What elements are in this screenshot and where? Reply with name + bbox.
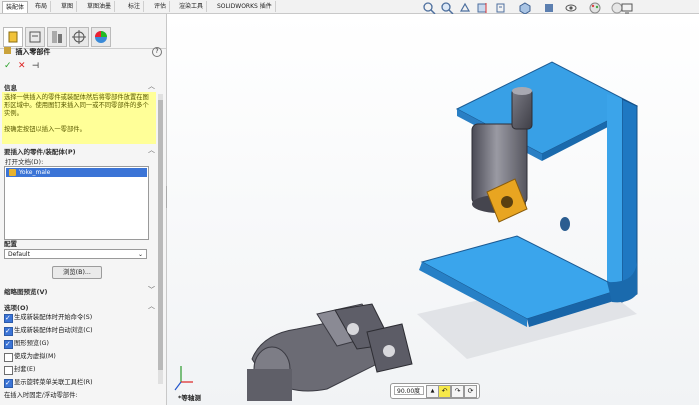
- checkbox-checked[interactable]: [4, 339, 13, 349]
- zoom-to-fit-icon[interactable]: [422, 1, 436, 15]
- configuration-select[interactable]: Default ⌄: [4, 249, 147, 259]
- collapse-icon[interactable]: ︿: [148, 81, 155, 91]
- checkbox-unchecked[interactable]: [4, 366, 13, 375]
- tab-solidworks-addins[interactable]: SOLIDWORKS 插件: [214, 1, 276, 12]
- checkbox-checked[interactable]: [4, 313, 13, 323]
- tab-sketch-ink[interactable]: 草图油墨: [84, 1, 116, 12]
- page-title: 插入零部件: [4, 47, 50, 57]
- view-orientation-label: *等轴测: [178, 394, 201, 402]
- graphics-area[interactable]: 90.00度 ▲ ↶ ↷ ⟳: [167, 14, 699, 405]
- message-section-header[interactable]: 信息: [4, 82, 17, 92]
- scrollbar[interactable]: [158, 94, 163, 384]
- panel-tabs: [0, 26, 166, 49]
- expand-icon[interactable]: ﹀: [148, 285, 155, 295]
- tab-display-manager[interactable]: [91, 27, 111, 47]
- property-manager: 插入零部件 ? ✓ ✕ ⊣ 信息 ︿ 选择一供插入的零件或装配体然后将零部件放置…: [0, 14, 167, 405]
- options-section-header[interactable]: 选项(O): [4, 302, 28, 312]
- tab-assembly[interactable]: 装配体: [2, 1, 29, 13]
- scrollbar-thumb[interactable]: [158, 100, 163, 370]
- tab-render-tools[interactable]: 渲染工具: [176, 1, 208, 12]
- help-icon[interactable]: ?: [152, 47, 162, 57]
- collapse-icon[interactable]: ︿: [148, 145, 155, 155]
- view-settings-icon[interactable]: [620, 1, 634, 15]
- previous-view-icon[interactable]: [458, 1, 472, 15]
- dynamic-annotation-icon[interactable]: [494, 1, 508, 15]
- rotate-y-button[interactable]: ↷: [451, 385, 464, 398]
- checkbox-checked[interactable]: [4, 378, 13, 388]
- tab-layout[interactable]: 布局: [32, 1, 52, 12]
- tab-sketch[interactable]: 草图: [58, 1, 78, 12]
- open-documents-list[interactable]: Yoke_male: [4, 166, 149, 240]
- property-icon: [29, 31, 41, 43]
- part-icon: [9, 169, 16, 176]
- collapse-icon[interactable]: ︿: [148, 301, 155, 311]
- model-viewport[interactable]: [167, 14, 699, 405]
- tab-evaluate[interactable]: 评估: [151, 1, 171, 12]
- ok-button[interactable]: ✓: [4, 61, 12, 71]
- crosshair-icon: [72, 30, 86, 44]
- rotate-z-button[interactable]: ⟳: [464, 385, 477, 398]
- tab-dimxpert[interactable]: [69, 27, 89, 47]
- configuration-icon: [52, 31, 62, 43]
- message-box: 选择一供插入的零件或装配体然后将零部件放置在图形区域中。使用图钉来插入同一或不同…: [2, 92, 156, 144]
- tab-property-manager[interactable]: [25, 27, 45, 47]
- rotate-x-button[interactable]: ↶: [438, 385, 451, 398]
- checkbox-unchecked[interactable]: [4, 353, 13, 362]
- section-view-icon[interactable]: [476, 1, 490, 15]
- feature-tree-icon: [8, 31, 18, 43]
- edit-appearance-icon[interactable]: [588, 1, 602, 15]
- configuration-label: 配置: [4, 240, 17, 248]
- thumbnail-section-header[interactable]: 缩略图预览(V): [4, 286, 47, 296]
- display-style-icon[interactable]: [542, 1, 556, 15]
- insert-component-icon: [4, 47, 11, 54]
- fix-float-label: 在插入时固定/浮动零部件:: [4, 392, 78, 399]
- chevron-down-icon: ⌄: [137, 251, 143, 258]
- zoom-area-icon[interactable]: [440, 1, 454, 15]
- open-documents-label: 打开文档(D):: [5, 158, 44, 166]
- keep-visible-pin-button[interactable]: ⊣: [32, 61, 39, 70]
- tab-configuration-manager[interactable]: [47, 27, 67, 47]
- message-text: 选择一供插入的零件或装配体然后将零部件放置在图形区域中。使用图钉来插入同一或不同…: [4, 94, 149, 117]
- tab-markup[interactable]: 标注: [125, 1, 145, 12]
- list-item[interactable]: Yoke_male: [6, 168, 147, 177]
- message-text-2: 按确定按钮以插入一零部件。: [4, 126, 86, 133]
- rotate-angle-input[interactable]: 90.00度: [394, 386, 424, 395]
- rotate-component-toolbar: 90.00度 ▲ ↶ ↷ ⟳: [390, 383, 480, 399]
- view-orientation-icon[interactable]: [518, 1, 532, 15]
- hide-show-items-icon[interactable]: [564, 1, 578, 15]
- browse-button[interactable]: 浏览(B)...: [52, 266, 102, 279]
- cancel-button[interactable]: ✕: [18, 61, 26, 71]
- tab-feature-manager[interactable]: [3, 27, 23, 47]
- appearance-ball-icon: [95, 31, 107, 43]
- checkbox-checked[interactable]: [4, 326, 13, 336]
- parts-section-header[interactable]: 要插入的零件/装配体(P): [4, 146, 76, 156]
